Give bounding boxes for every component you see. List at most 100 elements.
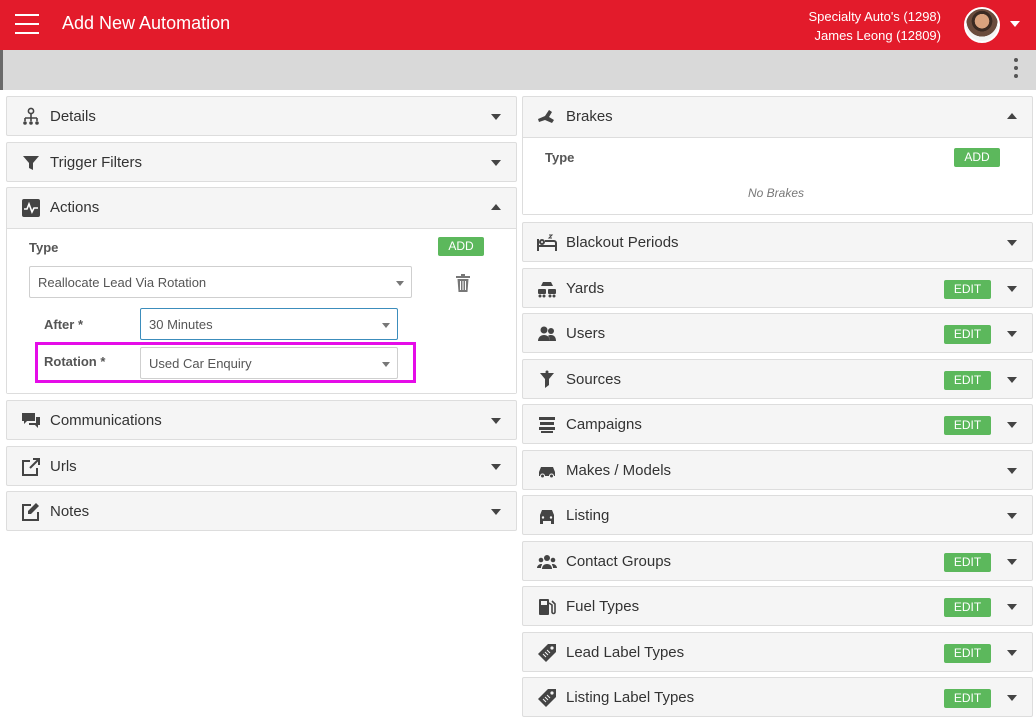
- chevron-down-icon[interactable]: [1007, 513, 1017, 519]
- filter-icon: [21, 153, 41, 173]
- edit-yards-button[interactable]: EDIT: [944, 280, 991, 299]
- dealer-name: Specialty Auto's (1298): [808, 9, 941, 24]
- sitemap-icon: [21, 107, 41, 127]
- panel-contact-groups[interactable]: Contact Groups EDIT: [522, 541, 1033, 581]
- panel-blackout-periods-title: Blackout Periods: [566, 234, 679, 251]
- chevron-down-icon[interactable]: [491, 464, 501, 470]
- panel-lead-label-types-title: Lead Label Types: [566, 644, 685, 661]
- panel-trigger-filters[interactable]: Trigger Filters: [6, 142, 517, 182]
- external-link-icon: [21, 457, 41, 477]
- chevron-up-icon[interactable]: [1007, 113, 1017, 119]
- funnel-icon: [537, 370, 557, 390]
- panel-campaigns-title: Campaigns: [566, 416, 642, 433]
- panel-sources-title: Sources: [566, 371, 622, 388]
- panel-urls-title: Urls: [50, 458, 77, 475]
- action-type-select[interactable]: Reallocate Lead Via Rotation: [29, 266, 412, 298]
- add-action-button[interactable]: ADD: [438, 237, 484, 256]
- edit-note-icon: [21, 502, 41, 522]
- top-app-bar: Add New Automation Specialty Auto's (129…: [0, 0, 1036, 50]
- edit-lead-label-types-button[interactable]: EDIT: [944, 644, 991, 663]
- panel-lead-label-types[interactable]: Lead Label Types EDIT: [522, 632, 1033, 672]
- comments-icon: [21, 411, 41, 431]
- panel-brakes-body: Type ADD No Brakes: [523, 137, 1032, 214]
- edit-sources-button[interactable]: EDIT: [944, 371, 991, 390]
- add-brake-button[interactable]: ADD: [954, 148, 1000, 167]
- edit-contact-groups-button[interactable]: EDIT: [944, 553, 991, 572]
- chevron-up-icon[interactable]: [491, 204, 501, 210]
- chevron-down-icon[interactable]: [1007, 331, 1017, 337]
- page-title: Add New Automation: [62, 13, 231, 33]
- account-info[interactable]: Specialty Auto's (1298) James Leong (128…: [808, 7, 941, 45]
- trash-icon[interactable]: [456, 274, 470, 292]
- cars-icon: [537, 279, 557, 299]
- chevron-down-icon: [382, 323, 390, 328]
- chevron-down-icon[interactable]: [1007, 377, 1017, 383]
- after-select[interactable]: 30 Minutes: [140, 308, 398, 340]
- panel-yards[interactable]: Yards EDIT: [522, 268, 1033, 308]
- panel-brakes: Brakes Type ADD No Brakes: [522, 96, 1033, 215]
- stack-icon: [537, 415, 557, 435]
- panel-makes-models[interactable]: Makes / Models: [522, 450, 1033, 490]
- panel-blackout-periods[interactable]: Blackout Periods: [522, 222, 1033, 262]
- bed-icon: [537, 233, 557, 253]
- panel-fuel-types-title: Fuel Types: [566, 598, 640, 615]
- menu-icon[interactable]: [15, 14, 39, 36]
- panel-brakes-title: Brakes: [566, 108, 613, 125]
- toolbar: [0, 50, 1036, 90]
- chevron-down-icon[interactable]: [491, 160, 501, 166]
- panel-sources[interactable]: Sources EDIT: [522, 359, 1033, 399]
- panel-trigger-filters-title: Trigger Filters: [50, 154, 142, 171]
- panel-brakes-header[interactable]: Brakes: [523, 97, 1032, 137]
- panel-urls[interactable]: Urls: [6, 446, 517, 486]
- panel-campaigns[interactable]: Campaigns EDIT: [522, 404, 1033, 444]
- chevron-down-icon[interactable]: [1007, 422, 1017, 428]
- action-type-label: Type: [29, 240, 59, 255]
- tag-icon: [537, 688, 557, 708]
- edit-listing-label-types-button[interactable]: EDIT: [944, 689, 991, 708]
- edit-fuel-types-button[interactable]: EDIT: [944, 598, 991, 617]
- edit-users-button[interactable]: EDIT: [944, 325, 991, 344]
- chevron-down-icon[interactable]: [491, 114, 501, 120]
- after-label: After *: [44, 317, 84, 332]
- panel-notes-title: Notes: [50, 503, 90, 520]
- chevron-down-icon[interactable]: [1007, 559, 1017, 565]
- chevron-down-icon[interactable]: [491, 418, 501, 424]
- panel-notes[interactable]: Notes: [6, 491, 517, 531]
- activity-icon: [21, 198, 41, 218]
- account-dropdown-icon[interactable]: [1010, 21, 1020, 27]
- panel-makes-models-title: Makes / Models: [566, 462, 672, 479]
- user-name: James Leong (12809): [814, 28, 941, 43]
- panel-actions-title: Actions: [50, 199, 100, 216]
- brake-pedal-icon: [537, 107, 557, 127]
- panel-contact-groups-title: Contact Groups: [566, 553, 672, 570]
- chevron-down-icon[interactable]: [491, 509, 501, 515]
- panel-users[interactable]: Users EDIT: [522, 313, 1033, 353]
- panel-fuel-types[interactable]: Fuel Types EDIT: [522, 586, 1033, 626]
- brakes-type-label: Type: [545, 150, 575, 165]
- panel-details[interactable]: Details: [6, 96, 517, 136]
- panel-details-title: Details: [50, 108, 96, 125]
- chevron-down-icon[interactable]: [1007, 604, 1017, 610]
- action-type-value: Reallocate Lead Via Rotation: [38, 275, 207, 290]
- panel-yards-title: Yards: [566, 280, 605, 297]
- chevron-down-icon[interactable]: [1007, 695, 1017, 701]
- chevron-down-icon[interactable]: [1007, 650, 1017, 656]
- highlight-box: [35, 342, 416, 383]
- edit-campaigns-button[interactable]: EDIT: [944, 416, 991, 435]
- panel-listing[interactable]: Listing: [522, 495, 1033, 535]
- car-front-icon: [537, 506, 557, 526]
- more-options-icon[interactable]: [1013, 58, 1019, 82]
- chevron-down-icon[interactable]: [1007, 240, 1017, 246]
- panel-actions-header[interactable]: Actions: [7, 188, 516, 228]
- panel-users-title: Users: [566, 325, 606, 342]
- chevron-down-icon[interactable]: [1007, 468, 1017, 474]
- no-brakes-text: No Brakes: [748, 186, 805, 200]
- chevron-down-icon: [396, 281, 404, 286]
- panel-communications[interactable]: Communications: [6, 400, 517, 440]
- users-icon: [537, 324, 557, 344]
- avatar[interactable]: [964, 7, 1000, 43]
- panel-listing-title: Listing: [566, 507, 610, 524]
- panel-listing-label-types[interactable]: Listing Label Types EDIT: [522, 677, 1033, 717]
- chevron-down-icon[interactable]: [1007, 286, 1017, 292]
- tag-icon: [537, 643, 557, 663]
